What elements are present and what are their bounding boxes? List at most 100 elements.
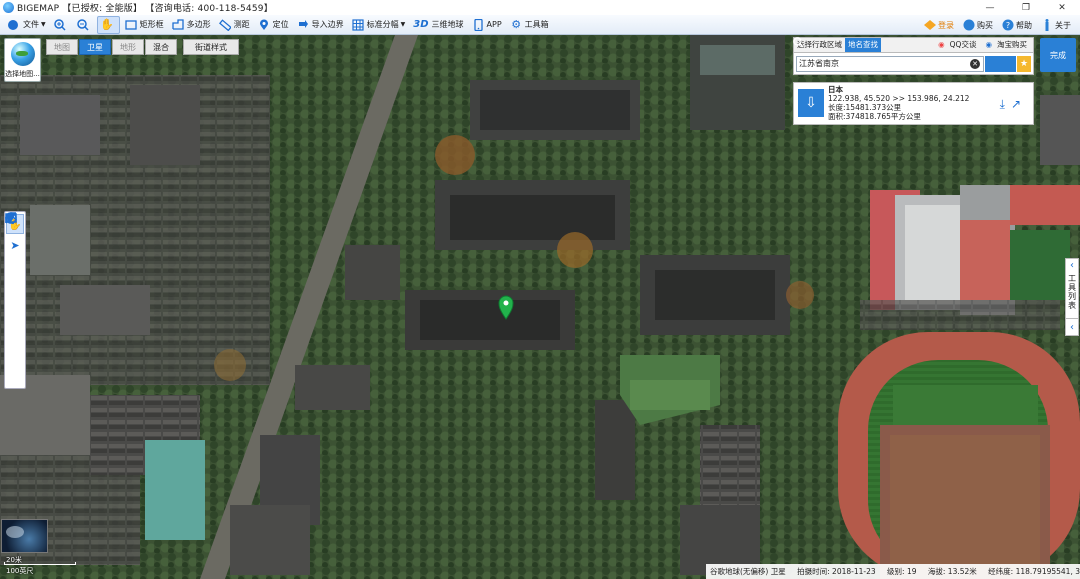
result-coords: 122.938, 45.520 >> 153.986, 24.212 — [828, 94, 970, 103]
rectangle-select-button[interactable]: 矩形框 — [122, 16, 167, 34]
scale-line — [4, 562, 76, 565]
import-boundary-icon — [297, 18, 310, 31]
info-icon — [1040, 19, 1053, 32]
polyline-tool-icon[interactable] — [5, 212, 24, 320]
download-icon[interactable]: ⤓ — [1000, 97, 1005, 112]
help-icon: ? — [1001, 19, 1014, 32]
hand-pan-icon: ✋ — [100, 18, 114, 31]
tab-satellite[interactable]: 卫星 — [79, 39, 111, 55]
minimize-button[interactable]: — — [972, 0, 1008, 15]
done-button[interactable]: 完成 — [1040, 38, 1076, 72]
3d-globe-icon: 3D — [413, 19, 429, 30]
rectangle-tool-icon[interactable] — [5, 213, 24, 363]
pin-tool-icon[interactable] — [6, 212, 24, 277]
qq-chat-button[interactable]: ◉ QQ交谈 — [935, 38, 982, 52]
status-altitude: 海拔: 13.52米 — [927, 567, 977, 576]
globe-icon — [10, 42, 35, 66]
ruler-icon — [219, 18, 232, 31]
import-boundary-button[interactable]: 导入边界 — [294, 16, 347, 34]
file-icon — [5, 18, 21, 31]
circle-tool-icon[interactable] — [5, 212, 24, 342]
taobao-icon: ◉ — [985, 40, 992, 49]
result-actions: ⤓ ↗ — [994, 97, 1021, 112]
search-bar: 江苏省南京 ✕ ★ — [793, 37, 1034, 75]
status-lonlat: 经纬度: 118.79195541, 32.06240237 — [988, 567, 1080, 576]
qq-icon: ◉ — [938, 40, 945, 49]
zoom-in-button[interactable] — [51, 16, 72, 34]
chevron-down-icon: ▼ — [400, 21, 406, 28]
main-toolbar: 文件 ▼ ✋ 矩形框 多边形 测距 定位 导入边界 标准分幅 ▼ 3D 三维地球 AP… — [0, 15, 1080, 35]
measure-distance-button[interactable]: 测距 — [216, 16, 253, 34]
scale-imperial: 100英尺 — [6, 567, 34, 575]
zoom-in-icon — [54, 18, 67, 31]
app-button[interactable]: APP — [469, 16, 505, 34]
pointer-tool-icon[interactable]: ➤ — [6, 236, 24, 256]
app-logo-icon — [3, 2, 14, 13]
taobao-button[interactable]: ◉ 淘宝购买 — [982, 38, 1033, 52]
help-button[interactable]: ? 帮助 — [998, 16, 1035, 34]
search-panel: 选择行政区域 地名查找 ◉ QQ交谈 ◉ 淘宝购买 江苏省南京 ✕ ★ ⇩ 日本 12… — [793, 37, 1034, 125]
file-menu-button[interactable]: 文件 ▼ — [2, 16, 49, 34]
result-length: 长度:15481.373公里 — [828, 103, 902, 112]
title-bar: BIGEMAP 【已授权: 全能版】 【咨询电话: 400-118-5459】 … — [0, 0, 1080, 15]
status-source: 谷歌地球(无偏移) 卫星 — [710, 567, 786, 576]
favorite-button[interactable]: ★ — [1017, 55, 1031, 72]
search-panel-tabs: 选择行政区域 地名查找 ◉ QQ交谈 ◉ 淘宝购买 — [793, 37, 1034, 53]
download-result-icon: ⇩ — [798, 89, 824, 117]
map-selector-button[interactable]: 选择地图... — [4, 38, 41, 82]
clear-icon[interactable]: ✕ — [970, 58, 980, 69]
window-title: BIGEMAP 【已授权: 全能版】 【咨询电话: 400-118-5459】 — [17, 4, 273, 14]
line-tool-icon[interactable] — [5, 212, 24, 299]
window-controls: — ❐ ✕ — [972, 0, 1080, 15]
buy-button[interactable]: 购买 — [959, 16, 996, 34]
tab-street-style[interactable]: 街道样式 — [183, 39, 239, 55]
tab-map[interactable]: 地图 — [46, 39, 78, 55]
scale-bar: 20米 100英尺 — [2, 555, 76, 575]
collapse-left-icon[interactable]: ‹ — [1065, 318, 1079, 336]
polygon-icon — [172, 18, 185, 31]
close-button[interactable]: ✕ — [1044, 0, 1080, 15]
status-date: 拍摄时间: 2018-11-23 — [797, 567, 876, 576]
user-icon — [923, 19, 936, 32]
result-name: 日本 — [828, 85, 843, 94]
toolbar-right: 登录 购买 ? 帮助 关于 — [920, 15, 1076, 35]
chevron-down-icon: ▼ — [41, 21, 46, 28]
tab-terrain[interactable]: 地形 — [112, 39, 144, 55]
tab-hybrid[interactable]: 混合 — [145, 39, 177, 55]
status-bar: 谷歌地球(无偏移) 卫星 拍摄时间: 2018-11-23 级别: 19 海拔:… — [706, 564, 1080, 579]
toolbox-button[interactable]: ⚙ 工具箱 — [507, 16, 552, 34]
rectangle-select-icon — [125, 18, 138, 31]
cart-icon — [962, 19, 975, 32]
map-type-tabs: 地图 卫星 地形 混合 街道样式 — [46, 39, 240, 55]
satellite-map[interactable]: 选择地图... 地图 卫星 地形 混合 街道样式 ✋ ➤ 选择行政区域 地名查找… — [0, 35, 1080, 579]
zoom-out-icon — [77, 18, 90, 31]
polygon-button[interactable]: 多边形 — [169, 16, 214, 34]
locate-button[interactable]: 定位 — [255, 16, 292, 34]
tab-place-search[interactable]: 地名查找 — [845, 38, 881, 52]
login-button[interactable]: 登录 — [920, 16, 957, 34]
svg-text:?: ? — [1005, 21, 1009, 30]
maximize-button[interactable]: ❐ — [1008, 0, 1044, 15]
chevron-left-icon: ‹ — [1070, 260, 1074, 271]
grid-icon — [352, 18, 365, 31]
eraser-tool-icon[interactable] — [5, 212, 24, 385]
result-details: 日本 122.938, 45.520 >> 153.986, 24.212 长度… — [828, 85, 969, 121]
standard-sheet-button[interactable]: 标准分幅 ▼ — [349, 16, 409, 34]
pan-button[interactable]: ✋ — [96, 15, 120, 34]
bigemap-window: BIGEMAP 【已授权: 全能版】 【咨询电话: 400-118-5459】 … — [0, 0, 1080, 579]
star-icon: ★ — [1019, 58, 1029, 69]
result-area: 面积:374818.765平方公里 — [828, 112, 921, 121]
3d-globe-button[interactable]: 3D 三维地球 — [410, 16, 466, 34]
phone-icon — [472, 18, 485, 31]
search-button[interactable] — [793, 37, 1016, 72]
search-input[interactable]: 江苏省南京 ✕ — [796, 55, 984, 72]
share-icon[interactable]: ↗ — [1011, 97, 1021, 112]
overview-minimap[interactable] — [1, 519, 48, 553]
search-result-item[interactable]: ⇩ 日本 122.938, 45.520 >> 153.986, 24.212 … — [793, 82, 1034, 125]
map-selector-label: 选择地图... — [5, 70, 40, 78]
drawing-toolbar: ✋ ➤ — [4, 211, 26, 389]
location-pin-icon — [258, 18, 271, 31]
about-button[interactable]: 关于 — [1037, 16, 1074, 34]
gear-icon: ⚙ — [511, 18, 522, 31]
zoom-out-button[interactable] — [74, 16, 95, 34]
